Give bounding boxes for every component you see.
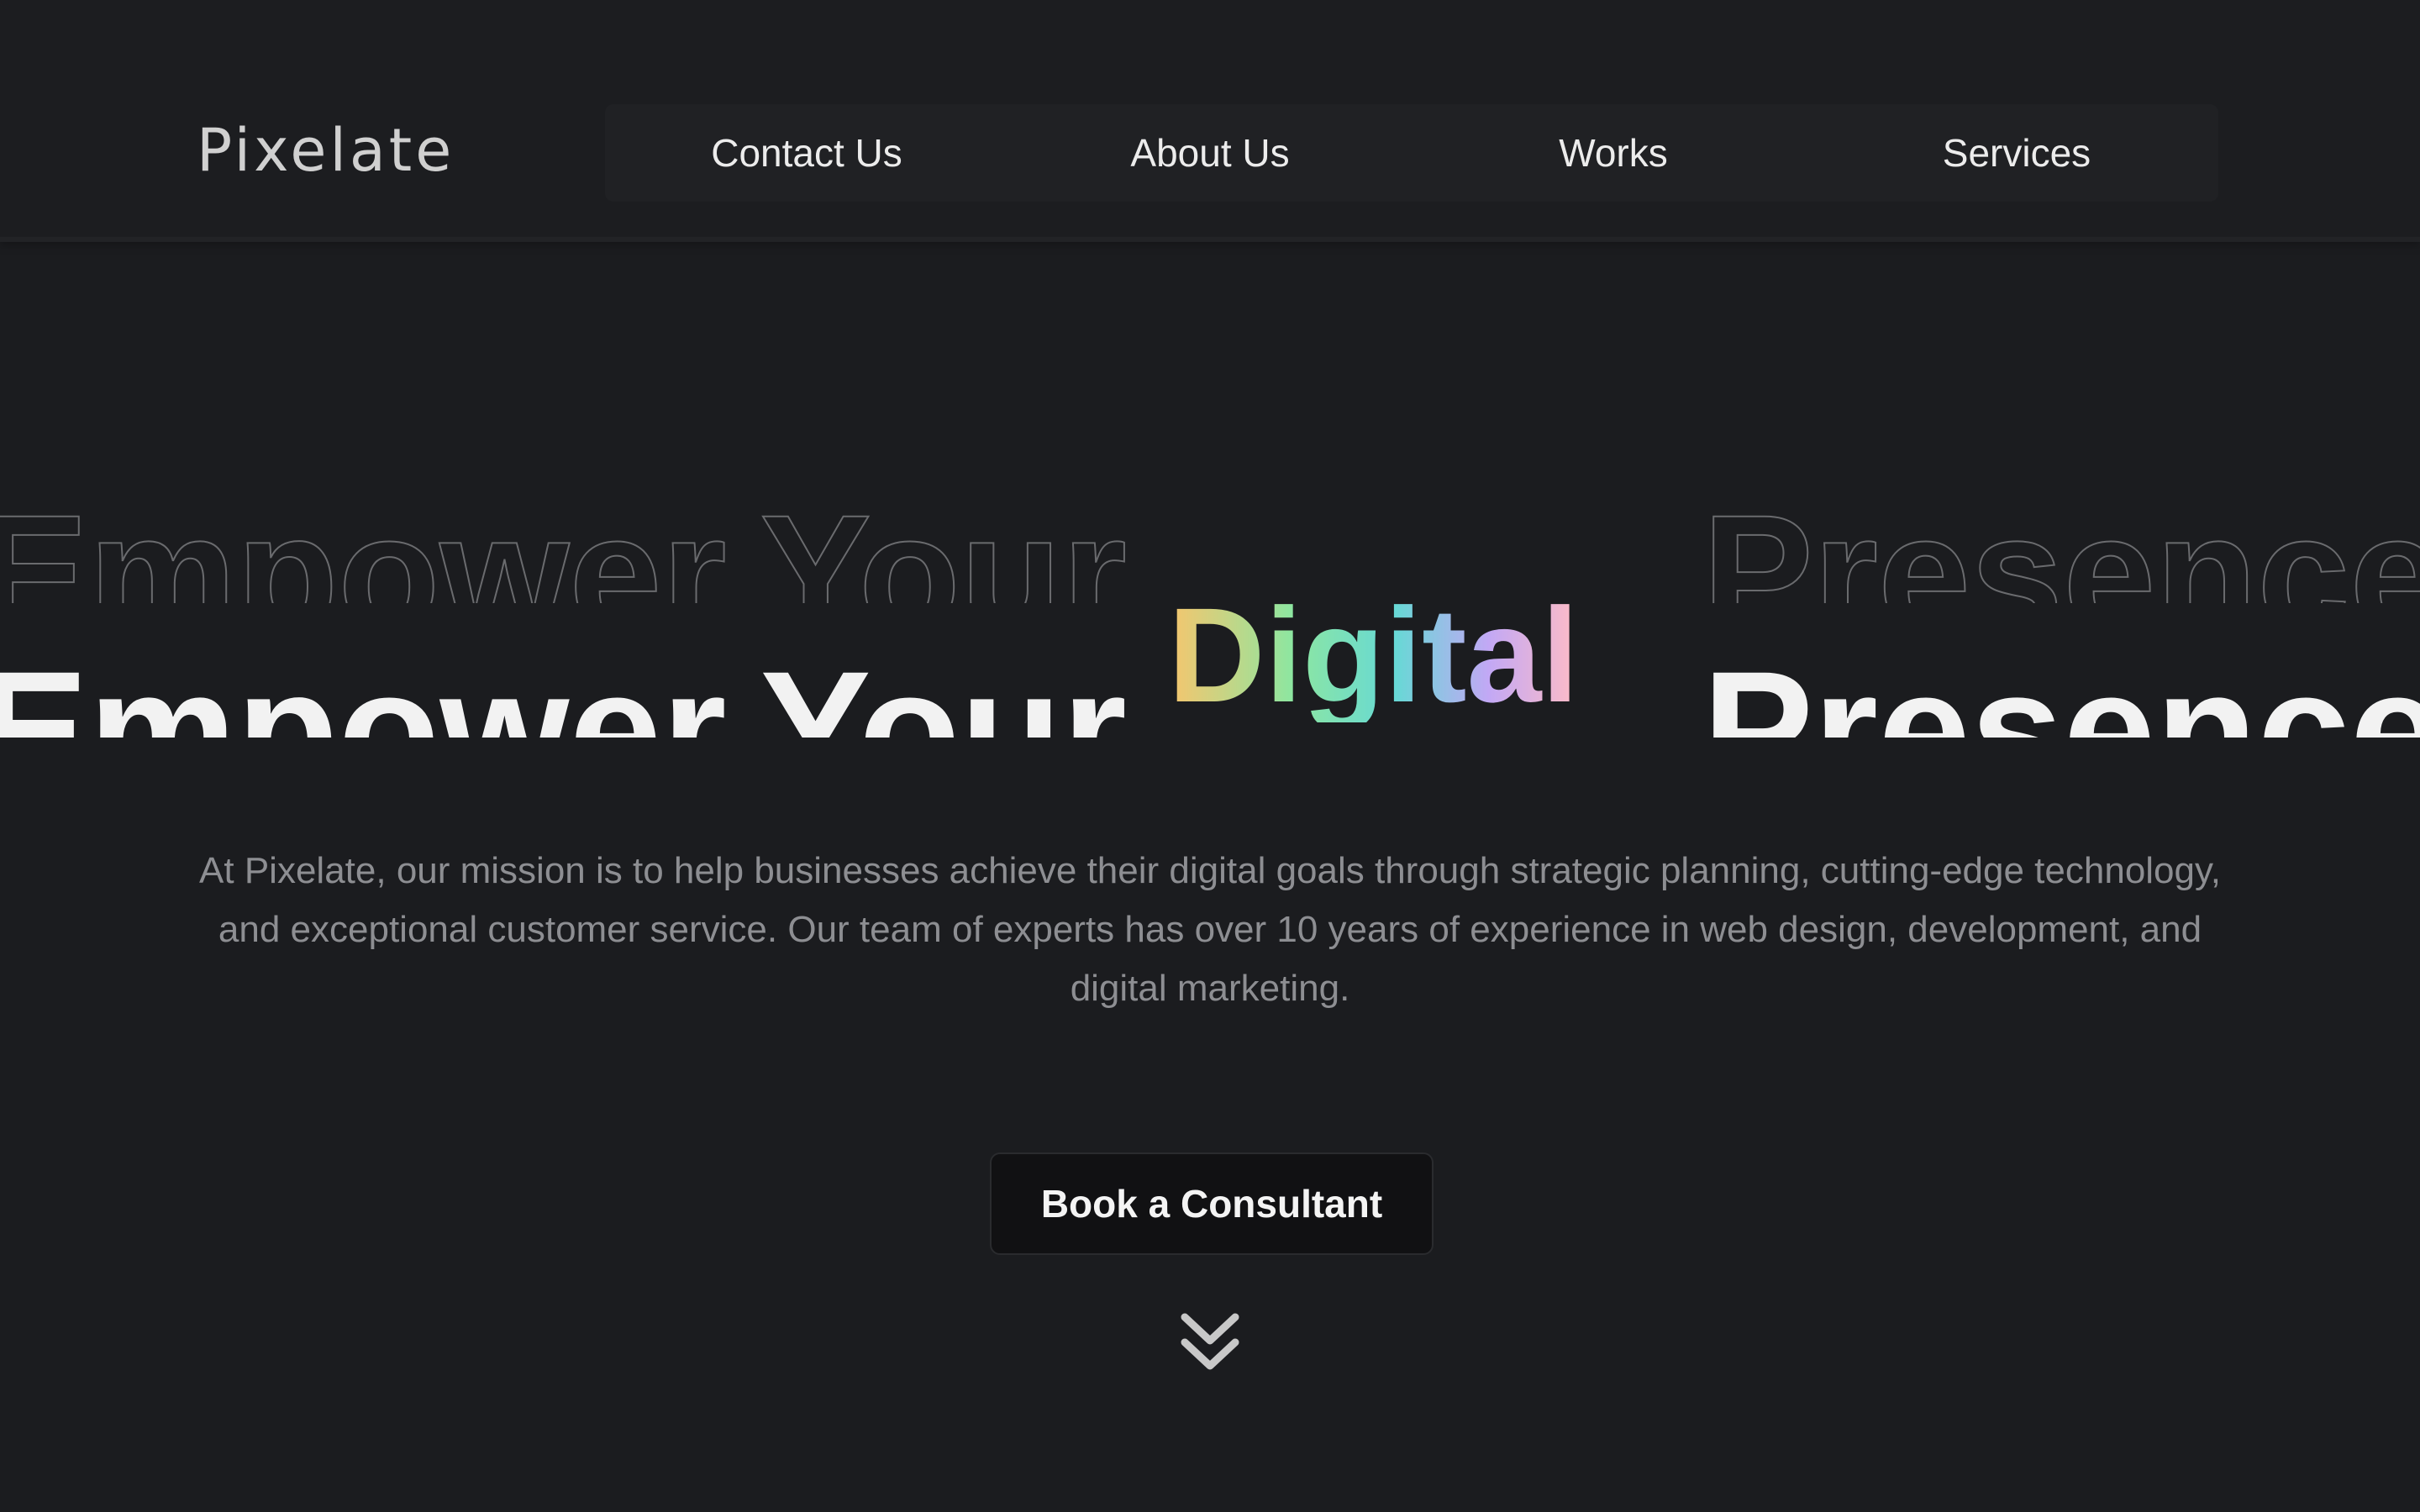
nav-works[interactable]: Works [1412, 130, 1815, 176]
site-header: Pixelate Contact Us About Us Works Servi… [0, 0, 2420, 242]
hero-word-presence: Presence [1702, 637, 2420, 738]
nav-about-us[interactable]: About Us [1008, 130, 1412, 176]
double-chevron-down-icon[interactable] [1176, 1310, 1244, 1378]
hero-word-empower: Empower [0, 637, 727, 738]
hero-highlight-digital: Digital [1168, 580, 1579, 730]
nav-services[interactable]: Services [1815, 130, 2218, 176]
book-consultant-button[interactable]: Book a Consultant [990, 1152, 1434, 1255]
hero-word-your: Your [760, 637, 1127, 738]
main-nav: Contact Us About Us Works Services [605, 104, 2218, 202]
hero-description: At Pixelate, our mission is to help busi… [199, 850, 2221, 1009]
logo[interactable]: Pixelate [197, 116, 455, 185]
nav-contact-us[interactable]: Contact Us [605, 130, 1008, 176]
